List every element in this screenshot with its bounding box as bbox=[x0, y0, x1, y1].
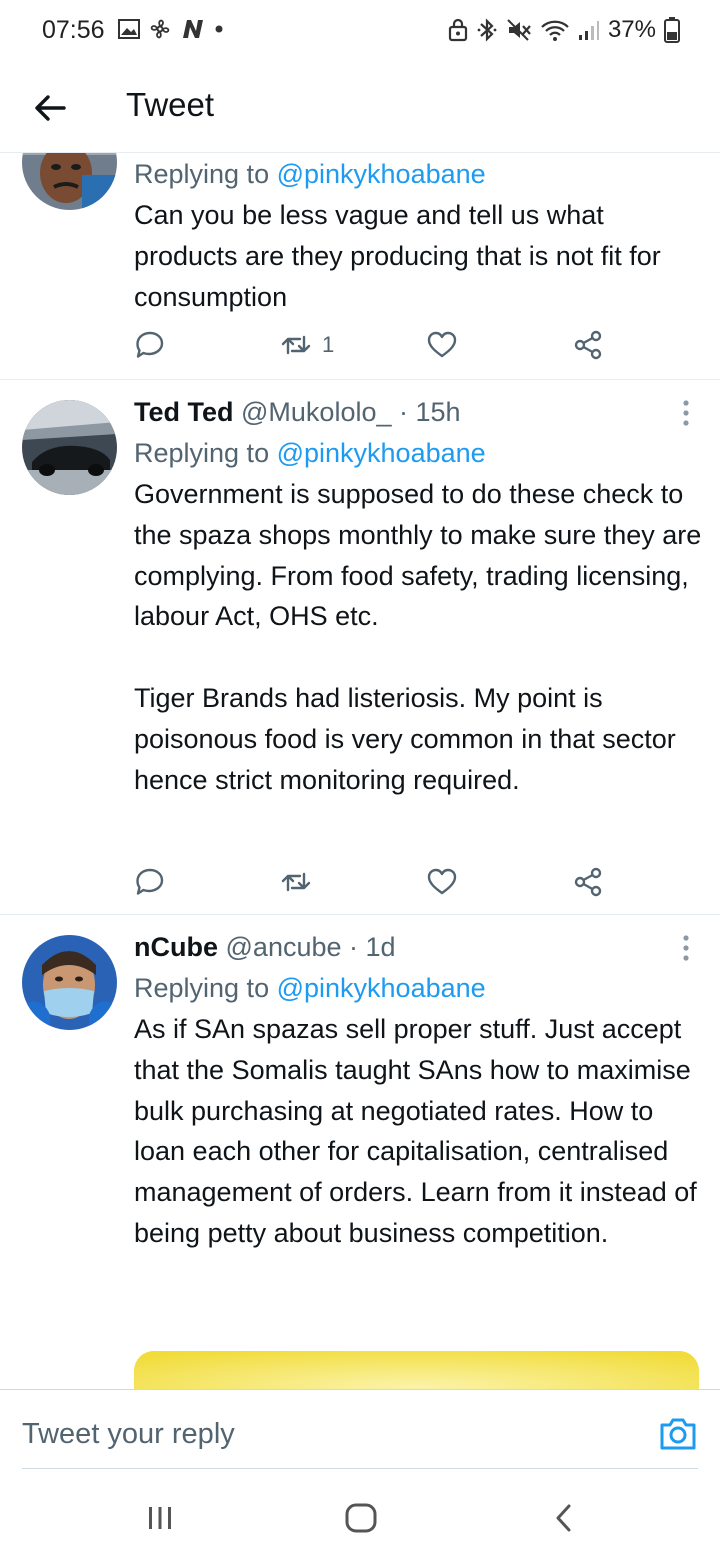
author-handle[interactable]: @ancube bbox=[226, 932, 342, 962]
recents-button[interactable] bbox=[140, 1501, 180, 1535]
image-icon bbox=[118, 19, 140, 39]
back-button[interactable] bbox=[544, 1501, 584, 1535]
replying-prefix: Replying to bbox=[134, 159, 277, 189]
replying-to: Replying to @pinkykhoabane bbox=[134, 432, 702, 474]
replying-to: Replying to @pinkykhoabane bbox=[134, 153, 702, 195]
tweet-text: Can you be less vague and tell us what p… bbox=[134, 200, 661, 312]
share-icon bbox=[574, 867, 602, 897]
reply-icon bbox=[136, 868, 164, 895]
author-name[interactable]: Ted Ted bbox=[134, 397, 234, 427]
author-handle[interactable]: @Mukololo_ bbox=[241, 397, 391, 427]
retweet-icon bbox=[281, 872, 311, 892]
share-icon bbox=[574, 330, 602, 360]
page-title: Tweet bbox=[126, 86, 215, 123]
media-image bbox=[134, 1351, 699, 1389]
tweet-time: · 1d bbox=[349, 932, 396, 962]
avatar[interactable] bbox=[22, 935, 117, 1030]
like-button[interactable] bbox=[426, 862, 458, 902]
share-button[interactable] bbox=[572, 862, 604, 902]
tweet-media[interactable] bbox=[134, 1351, 699, 1389]
dot-icon bbox=[215, 25, 223, 33]
tweet-actions: 1 bbox=[134, 325, 614, 365]
camera-icon[interactable] bbox=[658, 1414, 698, 1454]
like-button[interactable] bbox=[426, 325, 458, 365]
arrow-left-icon[interactable] bbox=[30, 88, 70, 128]
replying-prefix: Replying to bbox=[134, 973, 277, 1003]
reply-input[interactable]: Tweet your reply bbox=[22, 1418, 235, 1451]
tweet-body: Ted Ted @Mukololo_ · 15h Replying to @pi… bbox=[134, 392, 702, 800]
status-bar: 07:56 37% bbox=[0, 0, 720, 60]
avatar[interactable] bbox=[22, 400, 117, 495]
fan-icon bbox=[150, 19, 170, 39]
status-time: 07:56 bbox=[42, 16, 105, 44]
retweet-button[interactable]: 1 bbox=[280, 325, 334, 365]
bluetooth-icon bbox=[477, 18, 497, 42]
mute-icon bbox=[507, 19, 531, 41]
tweet-actions bbox=[134, 862, 614, 902]
retweet-count: 1 bbox=[322, 332, 335, 357]
tweet-header: Tweet bbox=[0, 60, 720, 153]
tweet-item[interactable]: Replying to @pinkykhoabane Can you be le… bbox=[0, 153, 720, 380]
retweet-icon bbox=[281, 335, 311, 355]
tweet-meta: nCube @ancube · 1d bbox=[134, 927, 702, 967]
like-icon bbox=[427, 331, 457, 358]
reply-button[interactable] bbox=[134, 325, 166, 365]
reply-bar: Tweet your reply bbox=[0, 1389, 720, 1471]
replying-prefix: Replying to bbox=[134, 438, 277, 468]
reply-divider bbox=[22, 1468, 698, 1469]
avatar[interactable] bbox=[22, 153, 117, 210]
system-nav-bar bbox=[0, 1471, 720, 1560]
avatar-image bbox=[22, 935, 117, 1030]
tweet-item[interactable]: nCube @ancube · 1d Replying to @pinkykho… bbox=[0, 915, 720, 1389]
replying-handle-link[interactable]: @pinkykhoabane bbox=[277, 159, 486, 189]
notification-icons bbox=[118, 16, 224, 42]
replying-to: Replying to @pinkykhoabane bbox=[134, 967, 702, 1009]
system-icons: 37% bbox=[448, 16, 680, 44]
tweet-time: · 15h bbox=[399, 397, 461, 427]
recents-icon bbox=[149, 1507, 171, 1529]
more-options-icon[interactable] bbox=[680, 400, 692, 426]
tweet-body: nCube @ancube · 1d Replying to @pinkykho… bbox=[134, 927, 702, 1254]
avatar-image bbox=[22, 153, 117, 210]
wifi-icon bbox=[541, 20, 569, 41]
n-app-icon bbox=[183, 20, 203, 38]
replying-handle-link[interactable]: @pinkykhoabane bbox=[277, 973, 486, 1003]
retweet-button[interactable] bbox=[280, 862, 322, 902]
tweet-text: Government is supposed to do these check… bbox=[134, 479, 702, 795]
tweet-item[interactable]: Ted Ted @Mukololo_ · 15h Replying to @pi… bbox=[0, 380, 720, 915]
home-button[interactable] bbox=[341, 1501, 381, 1535]
reply-icon bbox=[136, 331, 164, 358]
back-icon bbox=[556, 1504, 571, 1532]
like-icon bbox=[427, 868, 457, 895]
tweet-feed[interactable]: Replying to @pinkykhoabane Can you be le… bbox=[0, 153, 720, 1389]
more-options-icon[interactable] bbox=[680, 935, 692, 961]
tweet-text: As if SAn spazas sell proper stuff. Just… bbox=[134, 1014, 697, 1248]
avatar-image bbox=[22, 400, 117, 495]
lock-icon bbox=[448, 18, 468, 42]
tweet-body: Replying to @pinkykhoabane Can you be le… bbox=[134, 153, 702, 317]
home-icon bbox=[345, 1503, 377, 1533]
replying-handle-link[interactable]: @pinkykhoabane bbox=[277, 438, 486, 468]
tweet-meta: Ted Ted @Mukololo_ · 15h bbox=[134, 392, 702, 432]
battery-percent: 37% bbox=[607, 16, 656, 43]
share-button[interactable] bbox=[572, 325, 604, 365]
battery-icon bbox=[664, 17, 680, 43]
author-name[interactable]: nCube bbox=[134, 932, 218, 962]
reply-button[interactable] bbox=[134, 862, 166, 902]
signal-icon bbox=[578, 21, 599, 40]
